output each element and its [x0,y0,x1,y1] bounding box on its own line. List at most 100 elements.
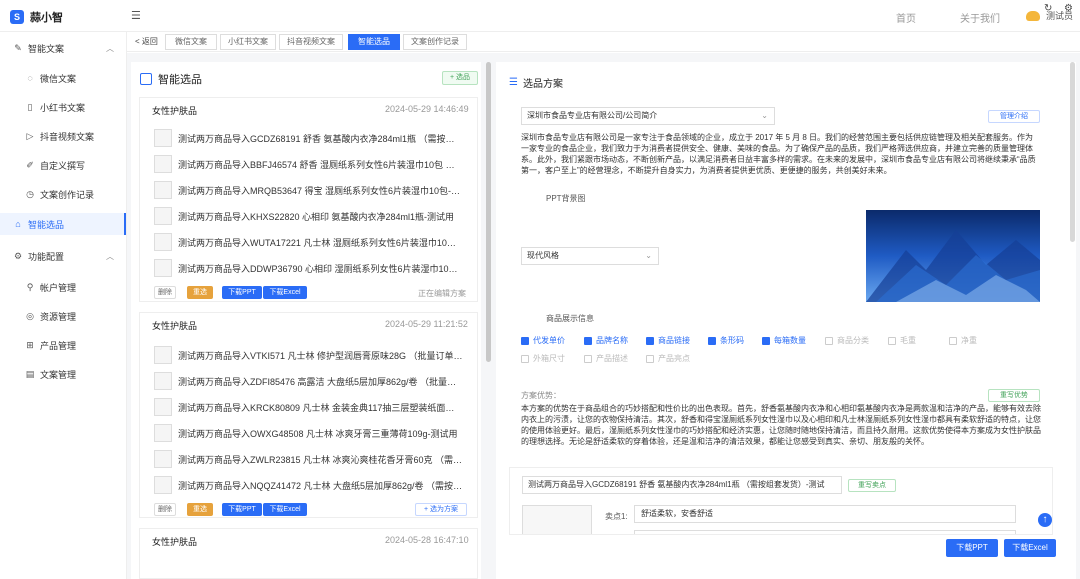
grid-icon: ⊞ [26,339,34,350]
right-scrollbar[interactable] [1070,62,1075,242]
app-title: 蒜小智 [30,12,63,24]
selling-point-input[interactable]: 舒适柔软，安香舒适 [634,505,1016,523]
tab-douyin[interactable]: 抖音视频文案 [279,34,343,50]
product-item[interactable]: 测试两万商品导入GCDZ68191 舒香 氨基酸内衣净284ml1瓶 （需按组套… [154,128,464,148]
sidebar-item-xiaohongshu[interactable]: ▯ 小红书文案 [0,96,126,118]
sidebar-item-product[interactable]: ⊞ 产品管理 [0,334,126,356]
checkbox-gross-weight[interactable]: 毛重 [888,335,916,346]
left-scrollbar[interactable] [486,62,491,362]
sidebar-item-config[interactable]: ⚙ 功能配置 ︿ [0,245,126,267]
product-item[interactable]: 测试两万商品导入ZDFI85476 高露洁 大盘纸5层加厚862g/卷 （批量订… [154,371,464,391]
download-ppt-button[interactable]: 下载PPT [946,539,998,557]
download-ppt-button[interactable]: 下载PPT [222,286,262,299]
account-icon: ⚲ [26,281,34,292]
tab-wechat[interactable]: 微信文案 [165,34,217,50]
bag-icon [140,73,152,85]
checkbox-barcode[interactable]: 条形码 [708,335,744,346]
checkbox-net-weight[interactable]: 净重 [949,335,977,346]
download-excel-button[interactable]: 下载Excel [263,503,307,516]
sidebar-item-label: 文案管理 [40,369,77,380]
product-thumb [154,346,172,364]
sidebar-item-copy-manage[interactable]: ▤ 文案管理 [0,363,126,385]
add-selling-point-icon[interactable]: ↑ [1038,513,1052,527]
product-item[interactable]: 测试两万商品导入WUTA17221 凡士林 湿厕纸系列女性6片装湿巾10包-测试… [154,232,464,252]
checkbox-link[interactable]: 商品链接 [646,335,690,346]
sidebar-item-label: 自定义撰写 [40,160,86,171]
product-item[interactable]: 测试两万商品导入ZWLR23815 凡士林 冰爽沁爽桂花香牙膏60克 （需按组套… [154,449,464,469]
checkbox-empty-icon [521,354,529,363]
download-excel-button[interactable]: 下载Excel [1004,539,1056,557]
product-thumb [154,181,172,199]
checkbox-highlights[interactable]: 产品亮点 [646,353,690,364]
card-time: 2024-05-28 16:47:10 [385,535,469,545]
select-as-plan-button[interactable]: + 选为方案 [415,503,467,516]
sidebar-item-smart-copy[interactable]: ✎ 智能文案 ︿ [0,37,126,59]
sidebar-item-label: 文案创作记录 [40,189,95,200]
checkbox-checked-icon [708,336,716,345]
tab-smart-select[interactable]: 智能选品 [348,34,400,50]
product-name-field[interactable]: 测试两万商品导入GCDZ68191 舒香 氨基酸内衣净284ml1瓶 （需按组套… [522,476,842,494]
checkbox-box-size[interactable]: 外箱尺寸 [521,353,565,364]
product-item[interactable]: 测试两万商品导入MRQB53647 得宝 湿厕纸系列女性6片装湿巾10包-测试用 [154,180,464,200]
tab-history[interactable]: 文案创作记录 [403,34,467,50]
sidebar-item-label: 产品管理 [40,340,77,351]
sidebar-item-history[interactable]: ◷ 文案创作记录 [0,183,126,205]
card-time: 2024-05-29 14:46:49 [385,104,469,114]
selling-point-input[interactable] [634,530,1016,534]
checkbox-empty-icon [646,354,654,363]
checkbox-box-qty[interactable]: 每箱数量 [762,335,806,346]
sidebar-item-douyin[interactable]: ▷ 抖音视频文案 [0,125,126,147]
sidebar-item-custom[interactable]: ✐ 自定义撰写 [0,154,126,176]
app-logo[interactable]: S 蒜小智 [10,9,63,25]
company-select[interactable]: 深圳市食品专业店有限公司/公司简介 ⌄ [521,107,775,125]
rewrite-selling-point-button[interactable]: 重写卖点 [848,479,896,492]
gear-icon[interactable]: ⚙ [1064,3,1073,14]
tab-xiaohongshu[interactable]: 小红书文案 [220,34,276,50]
checkbox-empty-icon [584,354,592,363]
back-button[interactable]: < 返回 [135,36,158,47]
sidebar-item-resource[interactable]: ◎ 资源管理 [0,305,126,327]
delete-button[interactable]: 删除 [154,503,176,516]
reselect-button[interactable]: 重选 [187,286,213,299]
checkbox-empty-icon [888,336,896,345]
checkbox-checked-icon [762,336,770,345]
product-item[interactable]: 测试两万商品导入KRCK80809 凡士林 金装金典117抽三层塑装纸面巾4包 … [154,397,464,417]
product-name: 测试两万商品导入KHXS22820 心相印 氨基酸内衣净284ml1瓶-测试用 [178,211,455,222]
sidebar-item-account[interactable]: ⚲ 帐户管理 [0,276,126,298]
add-selection-button[interactable]: + 选品 [442,71,478,85]
nav-about[interactable]: 关于我们 [960,10,1000,25]
manage-intro-button[interactable]: 管理介绍 [988,110,1040,123]
chevron-down-icon: ⌄ [761,111,768,120]
checkbox-price[interactable]: 代发单价 [521,335,565,346]
sidebar-item-smart-select[interactable]: ⌂ 智能选品 [0,213,126,235]
checkbox-category[interactable]: 商品分类 [825,335,869,346]
product-thumb [154,398,172,416]
product-selling-point-card: 测试两万商品导入GCDZ68191 舒香 氨基酸内衣净284ml1瓶 （需按组套… [509,467,1053,535]
reselect-button[interactable]: 重选 [187,503,213,516]
checkbox-description[interactable]: 产品描述 [584,353,628,364]
checkbox-brand[interactable]: 品牌名称 [584,335,628,346]
checkbox-checked-icon [584,336,592,345]
sidebar-item-label: 抖音视频文案 [40,131,95,142]
product-item[interactable]: 测试两万商品导入OWXG48508 凡士林 冰爽牙膏三重薄荷109g-测试用 [154,423,464,443]
rewrite-advantages-button[interactable]: 重写优势 [988,389,1040,402]
nav-home[interactable]: 首页 [896,10,916,25]
download-excel-button[interactable]: 下载Excel [263,286,307,299]
delete-button[interactable]: 删除 [154,286,176,299]
refresh-icon[interactable]: ↻ [1044,3,1052,14]
collapse-menu-icon[interactable]: ☰ [131,9,141,22]
sidebar-item-wechat[interactable]: ◌ 微信文案 [0,67,126,89]
product-item[interactable]: 测试两万商品导入VTKI571 凡士林 修护型润唇膏原味28G （批量订单请提前… [154,345,464,365]
ppt-style-select[interactable]: 现代风格 ⌄ [521,247,659,265]
download-ppt-button[interactable]: 下载PPT [222,503,262,516]
plan-title: ☰ 选品方案 [509,75,563,90]
user-avatar-icon [1026,10,1040,21]
panel-title: 智能选品 [140,71,202,87]
product-item[interactable]: 测试两万商品导入DDWP36790 心相印 湿厕纸系列女性6片装湿巾10包 （客… [154,258,464,278]
product-item[interactable]: 测试两万商品导入KHXS22820 心相印 氨基酸内衣净284ml1瓶-测试用 [154,206,464,226]
selection-card: 女性护肤品 2024-05-29 11:21:52 测试两万商品导入VTKI57… [139,312,478,518]
product-item[interactable]: 测试两万商品导入NQQZ41472 凡士林 大盘纸5层加厚862g/卷 （需按组… [154,475,464,495]
card-category: 女性护肤品 [152,321,198,331]
product-thumb [154,424,172,442]
product-item[interactable]: 测试两万商品导入BBFJ46574 舒香 湿厕纸系列女性6片装湿巾10包 （客户… [154,154,464,174]
